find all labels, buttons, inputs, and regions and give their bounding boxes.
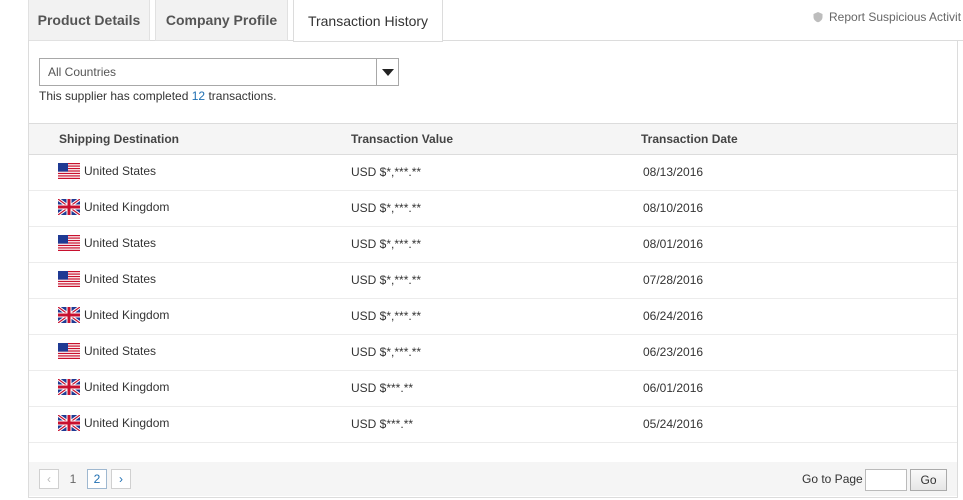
tab-bar: Product Details Company Profile Transact… [0,0,963,42]
tab-company-profile[interactable]: Company Profile [155,0,288,41]
pagination-bar: ‹ 1 2 › Go to Page Go [29,462,957,496]
goto-page-input[interactable] [865,469,907,491]
cell-transaction-value: USD $*,***.** [351,237,422,251]
country-filter-select[interactable]: All Countries [39,58,399,86]
cell-transaction-date: 06/01/2016 [643,381,704,395]
tab-product-details[interactable]: Product Details [28,0,150,41]
us-flag-icon [58,235,80,251]
destination-country: United States [84,236,157,250]
destination-country: United Kingdom [84,380,170,394]
table-row: United Kingdom USD $*,***.** 06/24/2016 [29,299,957,335]
destination-country: United States [84,164,157,178]
header-transaction-date: Transaction Date [641,132,738,146]
cell-destination: United Kingdom [58,415,169,431]
destination-country: United States [84,272,157,286]
cell-transaction-date: 07/28/2016 [643,273,704,287]
go-button[interactable]: Go [910,469,947,491]
cell-transaction-value: USD $***.** [351,381,414,395]
uk-flag-icon [58,379,80,395]
cell-transaction-value: USD $***.** [351,417,414,431]
us-flag-icon [58,343,80,359]
cell-transaction-date: 05/24/2016 [643,417,704,431]
cell-transaction-date: 08/01/2016 [643,237,704,251]
cell-destination: United Kingdom [58,307,169,323]
destination-country: United Kingdom [84,308,170,322]
uk-flag-icon [58,199,80,215]
transaction-count-link[interactable]: 12 [192,89,205,103]
report-suspicious-label: Report Suspicious Activit [829,10,962,24]
report-suspicious-link[interactable]: Report Suspicious Activit [812,10,961,24]
cell-destination: United States [58,235,156,251]
cell-transaction-value: USD $*,***.** [351,309,422,323]
page-2-link[interactable]: 2 [87,469,107,489]
cell-transaction-value: USD $*,***.** [351,165,422,179]
cell-destination: United Kingdom [58,379,169,395]
uk-flag-icon [58,307,80,323]
cell-destination: United States [58,343,156,359]
uk-flag-icon [58,415,80,431]
cell-transaction-date: 06/24/2016 [643,309,704,323]
cell-transaction-value: USD $*,***.** [351,345,422,359]
table-header: Shipping Destination Transaction Value T… [29,123,957,155]
table-row: United States USD $*,***.** 06/23/2016 [29,335,957,371]
page-1-link[interactable]: 1 [63,469,83,489]
summary-prefix: This supplier has completed [39,89,192,103]
transaction-summary: This supplier has completed 12 transacti… [39,89,276,103]
country-filter-value: All Countries [48,65,117,79]
shield-icon [813,12,823,23]
cell-destination: United States [58,163,156,179]
header-shipping-destination: Shipping Destination [59,132,179,146]
cell-transaction-date: 06/23/2016 [643,345,704,359]
cell-transaction-date: 08/13/2016 [643,165,704,179]
tab-transaction-history[interactable]: Transaction History [293,0,443,42]
table-row: United States USD $*,***.** 08/13/2016 [29,155,957,191]
summary-suffix: transactions. [205,89,277,103]
header-transaction-value: Transaction Value [351,132,454,146]
dropdown-button[interactable] [376,59,398,85]
us-flag-icon [58,163,80,179]
destination-country: United Kingdom [84,416,170,430]
goto-page-label: Go to Page [802,472,863,486]
cell-transaction-value: USD $*,***.** [351,201,422,215]
cell-transaction-date: 08/10/2016 [643,201,704,215]
table-row: United States USD $*,***.** 07/28/2016 [29,263,957,299]
destination-country: United States [84,344,157,358]
table-row: United Kingdom USD $*,***.** 08/10/2016 [29,191,957,227]
table-row: United Kingdom USD $***.** 06/01/2016 [29,371,957,407]
cell-transaction-value: USD $*,***.** [351,273,422,287]
transaction-table-body: United States USD $*,***.** 08/13/2016 Unit… [29,155,957,443]
table-row: United Kingdom USD $***.** 05/24/2016 [29,407,957,443]
next-page-button[interactable]: › [111,469,131,489]
table-row: United States USD $*,***.** 08/01/2016 [29,227,957,263]
cell-destination: United States [58,271,156,287]
us-flag-icon [58,271,80,287]
chevron-down-icon [381,68,394,76]
prev-page-button[interactable]: ‹ [39,469,59,489]
cell-destination: United Kingdom [58,199,169,215]
destination-country: United Kingdom [84,200,170,214]
